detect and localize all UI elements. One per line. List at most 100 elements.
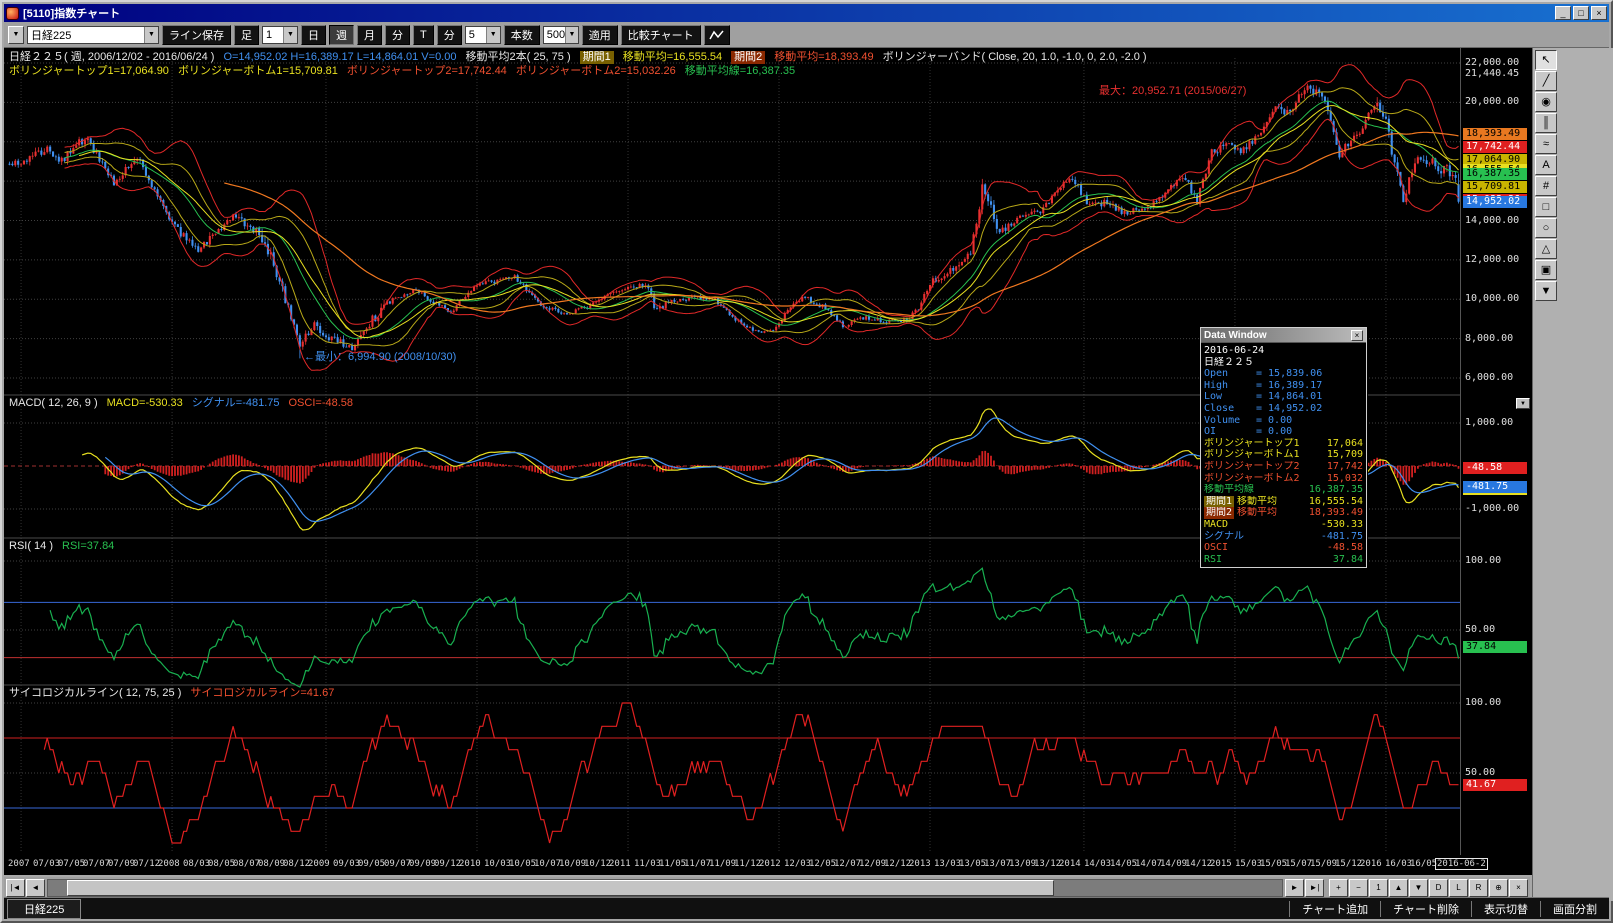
period-minute-button[interactable]: 分: [385, 25, 410, 45]
time-axis-label: 09/05: [358, 859, 385, 869]
time-axis-label: 09/07: [384, 859, 411, 869]
scroll-left-button[interactable]: ◄: [26, 879, 45, 897]
ellipse-tool-icon[interactable]: ○: [1535, 218, 1557, 238]
ma-settings-label: 移動平均2本( 25, 75 ): [465, 51, 570, 64]
price-axis[interactable]: ▼ 22,000.0021,440.4520,000.0014,000.0012…: [1460, 48, 1532, 855]
symbol-dropdown-button[interactable]: ▼: [8, 26, 24, 44]
time-axis-label: 08/05: [208, 859, 235, 869]
rsi-header: RSI( 14 ) RSI=37.84: [9, 540, 114, 553]
titlebar: [5110]指数チャート _ □ ×: [4, 4, 1609, 22]
cursor-tool-icon[interactable]: ↖: [1535, 50, 1557, 70]
alert-tool-icon[interactable]: ◉: [1535, 92, 1557, 112]
data-window-value: -48.58: [1327, 542, 1363, 554]
pane-up-button[interactable]: ▲: [1389, 879, 1408, 897]
triangle-tool-icon[interactable]: △: [1535, 239, 1557, 259]
axis-value-badge: 37.84: [1463, 641, 1527, 653]
interval-1-arrow-icon[interactable]: ▼: [283, 27, 297, 43]
data-window-label: 2016-06-24: [1204, 345, 1264, 357]
eraser-tool-icon[interactable]: ▣: [1535, 260, 1557, 280]
period-minute2-button[interactable]: 分: [437, 25, 462, 45]
scroll-to-end-button[interactable]: ►|: [1305, 879, 1324, 897]
time-axis-label: 13/03: [934, 859, 961, 869]
axis-label: 14,000.00: [1465, 215, 1519, 227]
data-window-value: 16,387.35: [1309, 484, 1363, 496]
main-chart-title: 日経２２５( 週, 2006/12/02 - 2016/06/24 ): [9, 51, 214, 64]
trendline-tool-icon[interactable]: ╱: [1535, 71, 1557, 91]
time-axis-label: 2012: [759, 859, 781, 869]
scrollbar-track[interactable]: [47, 879, 1283, 897]
period-day-button[interactable]: 日: [301, 25, 326, 45]
grid-tool-icon[interactable]: #: [1535, 176, 1557, 196]
scale-reset-button[interactable]: 1: [1369, 879, 1388, 897]
toggle-display-button[interactable]: 表示切替: [1471, 901, 1540, 917]
zoom-in-bars-button[interactable]: +: [1329, 879, 1348, 897]
time-axis-label: 14/07: [1135, 859, 1162, 869]
scrollbar-thumb[interactable]: [67, 880, 1054, 896]
r-mode-button[interactable]: R: [1469, 879, 1488, 897]
chart-tab-nikkei225[interactable]: 日経225: [7, 899, 81, 919]
pane-down-button[interactable]: ▼: [1409, 879, 1428, 897]
close-window-button[interactable]: ×: [1591, 6, 1607, 20]
period-chip: 期間1: [1204, 496, 1234, 508]
time-axis-label: 15/12: [1335, 859, 1362, 869]
add-chart-button[interactable]: チャート追加: [1289, 901, 1380, 917]
period1-chip: 期間1: [580, 51, 614, 64]
window-controls: _ □ ×: [1555, 6, 1607, 20]
symbol-combo[interactable]: 日経225 ▼: [27, 26, 159, 44]
text-tool-icon[interactable]: A: [1535, 155, 1557, 175]
line-save-button[interactable]: ライン保存: [162, 25, 231, 45]
data-window-value: = 0.00: [1256, 415, 1292, 427]
statusbar-menu: チャート追加 チャート削除 表示切替 画面分割: [1289, 901, 1609, 917]
time-axis-label: 10/07: [534, 859, 561, 869]
data-window-value: = 0.00: [1256, 426, 1292, 438]
time-axis-label: 10/09: [559, 859, 586, 869]
scroll-right-button[interactable]: ►: [1285, 879, 1304, 897]
data-window[interactable]: Data Window × 2016-06-24日経２２５Open= 15,83…: [1200, 327, 1367, 568]
scroll-to-start-button[interactable]: |◄: [6, 879, 25, 897]
data-window-row: 2016-06-24: [1204, 345, 1363, 357]
period-month-button[interactable]: 月: [357, 25, 382, 45]
interval-1-dropdown[interactable]: 1 ▼: [262, 26, 298, 44]
time-axis: 200707/0307/0507/0707/0907/12200808/0308…: [4, 855, 1532, 875]
line-chart-icon-button[interactable]: [704, 25, 730, 45]
apply-button[interactable]: 適用: [582, 25, 618, 45]
split-screen-button[interactable]: 画面分割: [1540, 901, 1609, 917]
delete-chart-button[interactable]: チャート削除: [1380, 901, 1471, 917]
data-window-title: Data Window: [1204, 330, 1267, 341]
maximize-button[interactable]: □: [1573, 6, 1589, 20]
time-axis-label: 14/03: [1084, 859, 1111, 869]
period2-chip: 期間2: [731, 51, 765, 64]
l-mode-button[interactable]: L: [1449, 879, 1468, 897]
rectangle-tool-icon[interactable]: □: [1535, 197, 1557, 217]
data-window-row: ボリンジャーボトム115,709: [1204, 449, 1363, 461]
time-axis-label: 09/03: [333, 859, 360, 869]
ashi-button[interactable]: 足: [234, 25, 259, 45]
axis-label: 6,000.00: [1465, 372, 1513, 384]
data-window-titlebar[interactable]: Data Window ×: [1201, 328, 1366, 342]
compare-chart-button[interactable]: 比較チャート: [621, 25, 701, 45]
axis-scroll-down-button[interactable]: ▼: [1516, 398, 1530, 409]
bars-count-dropdown[interactable]: 500 ▼: [543, 26, 579, 44]
candlestick-tool-icon[interactable]: ║: [1535, 113, 1557, 133]
d-mode-button[interactable]: D: [1429, 879, 1448, 897]
data-window-label: ボリンジャーボトム1: [1204, 449, 1300, 461]
tick-button[interactable]: T: [413, 25, 434, 45]
more-tools-icon[interactable]: ▼: [1535, 281, 1557, 301]
time-axis-label: 12/09: [859, 859, 886, 869]
combo-arrow-icon[interactable]: ▼: [144, 27, 158, 43]
time-axis-label: 13/12: [1034, 859, 1061, 869]
zoom-out-bars-button[interactable]: −: [1349, 879, 1368, 897]
min-annotation: ←最小：6,994.90 (2008/10/30): [304, 348, 456, 364]
minute-interval-dropdown[interactable]: 5 ▼: [465, 26, 501, 44]
time-axis-label: 07/03: [33, 859, 60, 869]
minute-interval-arrow-icon[interactable]: ▼: [486, 27, 500, 43]
data-window-label: 移動平均: [1237, 507, 1277, 519]
wave-tool-icon[interactable]: ≈: [1535, 134, 1557, 154]
bars-count-arrow-icon[interactable]: ▼: [565, 27, 578, 43]
minimize-button[interactable]: _: [1555, 6, 1571, 20]
bars-label-button[interactable]: 本数: [504, 25, 540, 45]
period-week-button[interactable]: 週: [329, 25, 354, 45]
data-window-close-button[interactable]: ×: [1351, 330, 1363, 341]
magnifier-button[interactable]: ⊕: [1489, 879, 1508, 897]
close-button[interactable]: ×: [1509, 879, 1528, 897]
